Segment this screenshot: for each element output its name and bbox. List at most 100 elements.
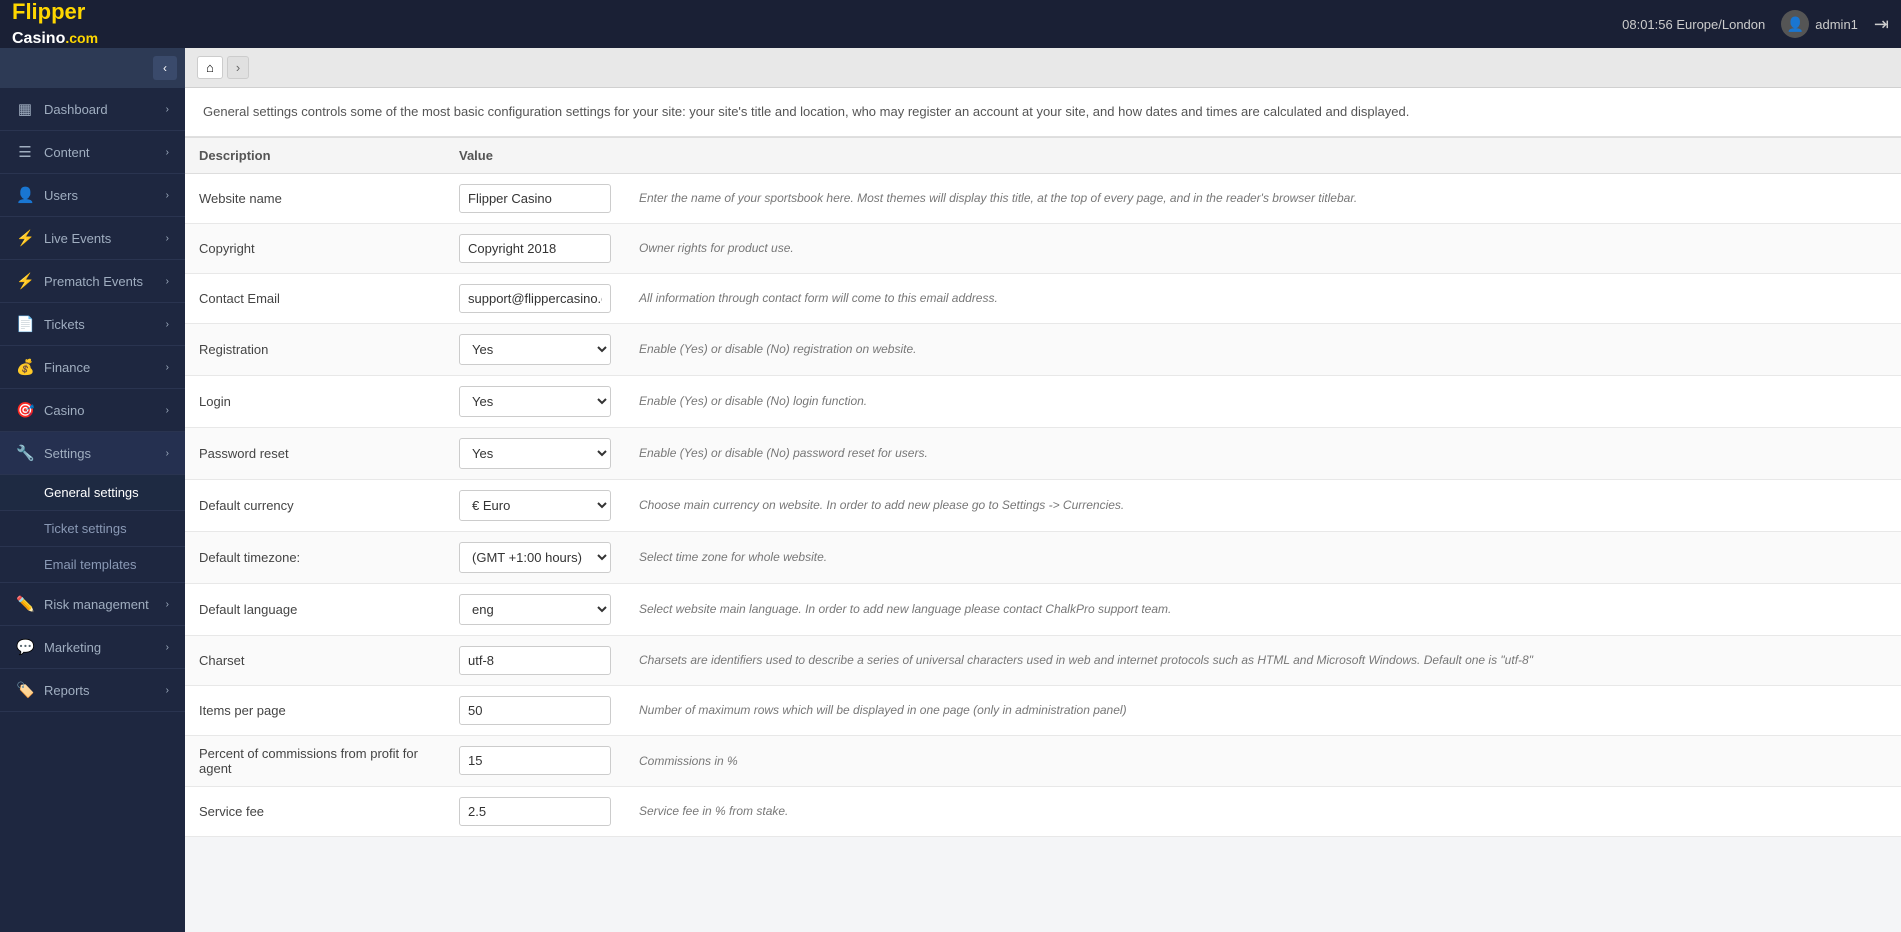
setting-input[interactable] — [459, 797, 611, 826]
setting-hint: Choose main currency on website. In orde… — [625, 479, 1901, 531]
setting-input[interactable] — [459, 234, 611, 263]
setting-hint: Number of maximum rows which will be dis… — [625, 685, 1901, 735]
setting-description: Registration — [185, 323, 445, 375]
setting-select[interactable]: € Euro$ Dollar£ Pound — [459, 490, 611, 521]
setting-hint: Charsets are identifiers used to describ… — [625, 635, 1901, 685]
prematch-icon: ⚡ — [16, 272, 34, 290]
table-row: Percent of commissions from profit for a… — [185, 735, 1901, 786]
setting-select[interactable]: YesNo — [459, 386, 611, 417]
main-layout: ‹ ▦ Dashboard › ☰ Content › 👤 Users › — [0, 48, 1901, 932]
setting-description: Charset — [185, 635, 445, 685]
header-username: admin1 — [1815, 17, 1858, 32]
sidebar-item-tickets[interactable]: 📄 Tickets › — [0, 303, 185, 346]
sidebar-item-label: Casino — [44, 403, 84, 418]
setting-description: Login — [185, 375, 445, 427]
setting-select[interactable]: engdefres — [459, 594, 611, 625]
sidebar-item-label: Risk management — [44, 597, 149, 612]
header-user: 👤 admin1 — [1781, 10, 1858, 38]
sidebar-item-content[interactable]: ☰ Content › — [0, 131, 185, 174]
setting-input[interactable] — [459, 184, 611, 213]
sidebar-item-label: Settings — [44, 446, 91, 461]
setting-hint: Enable (Yes) or disable (No) password re… — [625, 427, 1901, 479]
arrow-icon: › — [166, 405, 169, 416]
sidebar-item-label: Marketing — [44, 640, 101, 655]
logout-icon[interactable]: ⇥ — [1874, 14, 1889, 35]
table-row: Default currency€ Euro$ Dollar£ PoundCho… — [185, 479, 1901, 531]
setting-description: Percent of commissions from profit for a… — [185, 735, 445, 786]
sidebar-item-label: Dashboard — [44, 102, 108, 117]
sidebar-toggle: ‹ — [0, 48, 185, 88]
sidebar-item-label: Users — [44, 188, 78, 203]
sidebar-item-label: Finance — [44, 360, 90, 375]
table-row: Website nameEnter the name of your sport… — [185, 173, 1901, 223]
sidebar-item-users[interactable]: 👤 Users › — [0, 174, 185, 217]
setting-hint: Enter the name of your sportsbook here. … — [625, 173, 1901, 223]
setting-description: Items per page — [185, 685, 445, 735]
intro-text: General settings controls some of the mo… — [203, 104, 1409, 119]
setting-value-cell — [445, 685, 625, 735]
setting-input[interactable] — [459, 646, 611, 675]
setting-hint: Select time zone for whole website. — [625, 531, 1901, 583]
setting-input[interactable] — [459, 284, 611, 313]
setting-value-cell — [445, 786, 625, 836]
sidebar-sub-email-templates[interactable]: Email templates — [0, 547, 185, 583]
arrow-icon: › — [166, 276, 169, 287]
sidebar-collapse-button[interactable]: ‹ — [153, 56, 177, 80]
casino-icon: 🎯 — [16, 401, 34, 419]
arrow-icon: › — [166, 147, 169, 158]
sidebar-item-marketing[interactable]: 💬 Marketing › — [0, 626, 185, 669]
sidebar-item-prematch-events[interactable]: ⚡ Prematch Events › — [0, 260, 185, 303]
arrow-icon: › — [166, 190, 169, 201]
sidebar-item-dashboard[interactable]: ▦ Dashboard › — [0, 88, 185, 131]
setting-value-cell — [445, 735, 625, 786]
breadcrumb-home-button[interactable]: ⌂ — [197, 56, 223, 79]
settings-icon: 🔧 — [16, 444, 34, 462]
setting-hint: Service fee in % from stake. — [625, 786, 1901, 836]
setting-select[interactable]: YesNo — [459, 334, 611, 365]
arrow-icon: › — [166, 362, 169, 373]
sidebar-item-risk-management[interactable]: ✏️ Risk management › — [0, 583, 185, 626]
setting-description: Default language — [185, 583, 445, 635]
setting-input[interactable] — [459, 746, 611, 775]
content-icon: ☰ — [16, 143, 34, 161]
table-row: RegistrationYesNoEnable (Yes) or disable… — [185, 323, 1901, 375]
sidebar-item-live-events[interactable]: ⚡ Live Events › — [0, 217, 185, 260]
header-time: 08:01:56 Europe/London — [1622, 17, 1765, 32]
breadcrumb-next-button[interactable]: › — [227, 56, 249, 79]
setting-select[interactable]: (GMT +1:00 hours) CET(Cent(GMT +0:00 hou… — [459, 542, 611, 573]
table-row: Charset Charsets are identifiers used to … — [185, 635, 1901, 685]
marketing-icon: 💬 — [16, 638, 34, 656]
table-row: Default timezone:(GMT +1:00 hours) CET(C… — [185, 531, 1901, 583]
setting-hint: All information through contact form wil… — [625, 273, 1901, 323]
setting-value-cell: YesNo — [445, 375, 625, 427]
settings-intro: General settings controls some of the mo… — [185, 88, 1901, 137]
sidebar-item-finance[interactable]: 💰 Finance › — [0, 346, 185, 389]
sidebar-sub-general-settings[interactable]: General settings — [0, 475, 185, 511]
breadcrumb: ⌂ › — [185, 48, 1901, 88]
col-description: Description — [185, 137, 445, 173]
setting-value-cell: (GMT +1:00 hours) CET(Cent(GMT +0:00 hou… — [445, 531, 625, 583]
arrow-icon: › — [166, 599, 169, 610]
table-row: Password resetYesNoEnable (Yes) or disab… — [185, 427, 1901, 479]
table-row: Service feeService fee in % from stake. — [185, 786, 1901, 836]
sub-item-label: Ticket settings — [44, 521, 127, 536]
setting-value-cell: engdefres — [445, 583, 625, 635]
sidebar-item-label: Live Events — [44, 231, 111, 246]
settings-content: General settings controls some of the mo… — [185, 88, 1901, 837]
sidebar: ‹ ▦ Dashboard › ☰ Content › 👤 Users › — [0, 48, 185, 932]
sidebar-item-settings[interactable]: 🔧 Settings › — [0, 432, 185, 475]
table-row: CopyrightOwner rights for product use. — [185, 223, 1901, 273]
sidebar-item-casino[interactable]: 🎯 Casino › — [0, 389, 185, 432]
setting-value-cell — [445, 223, 625, 273]
sidebar-sub-ticket-settings[interactable]: Ticket settings — [0, 511, 185, 547]
finance-icon: 💰 — [16, 358, 34, 376]
sidebar-item-reports[interactable]: 🏷️ Reports › — [0, 669, 185, 712]
arrow-icon: › — [166, 685, 169, 696]
logo: Flipper Casino.com — [12, 0, 98, 48]
risk-icon: ✏️ — [16, 595, 34, 613]
dashboard-icon: ▦ — [16, 100, 34, 118]
setting-input[interactable] — [459, 696, 611, 725]
setting-select[interactable]: YesNo — [459, 438, 611, 469]
users-icon: 👤 — [16, 186, 34, 204]
setting-value-cell: € Euro$ Dollar£ Pound — [445, 479, 625, 531]
